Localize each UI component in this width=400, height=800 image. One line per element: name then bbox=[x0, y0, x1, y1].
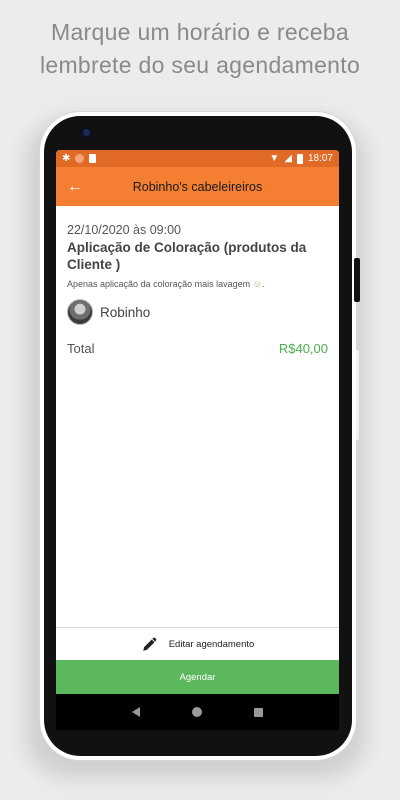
nav-home-icon[interactable] bbox=[192, 707, 202, 717]
notification-icon bbox=[75, 154, 85, 163]
front-camera bbox=[81, 127, 92, 138]
headline-line-2: lembrete do seu agendamento bbox=[39, 52, 361, 78]
signal-icon: ◢ bbox=[284, 153, 292, 164]
volume-button bbox=[356, 350, 359, 440]
nav-back-icon[interactable] bbox=[132, 707, 140, 717]
sd-card-icon bbox=[89, 154, 97, 163]
appointment-details: 22/10/2020 às 09:00 Aplicação de Coloraç… bbox=[56, 206, 339, 356]
marketing-headline: Marque um horário e receba lembrete do s… bbox=[0, 16, 400, 82]
total-value: R$40,00 bbox=[278, 341, 328, 356]
app-bar: ← Robinho's cabeleireiros bbox=[56, 167, 339, 206]
settings-icon: ✱ bbox=[62, 153, 71, 164]
page-title: Robinho's cabeleireiros bbox=[132, 179, 263, 194]
headline-line-1: Marque um horário e receba bbox=[50, 19, 349, 45]
status-bar: ✱ ▼ ◢ 18:07 bbox=[56, 150, 339, 167]
total-label: Total bbox=[67, 341, 95, 356]
service-description-text: Apenas aplicação da coloração mais lavag… bbox=[67, 279, 251, 289]
pencil-icon bbox=[142, 637, 157, 651]
service-description: Apenas aplicação da coloração mais lavag… bbox=[67, 279, 265, 289]
wifi-icon: ▼ bbox=[269, 153, 280, 164]
arrow-left-icon[interactable]: ← bbox=[66, 178, 84, 196]
edit-appointment-label: Editar agendamento bbox=[168, 638, 255, 650]
professional-row: Robinho bbox=[67, 299, 328, 325]
schedule-button[interactable]: Agendar bbox=[56, 660, 339, 694]
total-row: Total R$40,00 bbox=[67, 341, 328, 356]
nav-recents-icon[interactable] bbox=[254, 707, 263, 717]
app-screen: ✱ ▼ ◢ 18:07 ← Robinho's cabeleireiros 22… bbox=[56, 150, 339, 694]
service-name: Aplicação de Coloração (produtos da Clie… bbox=[67, 240, 307, 272]
appointment-datetime: 22/10/2020 às 09:00 bbox=[67, 223, 181, 237]
android-nav-bar bbox=[56, 694, 339, 730]
avatar bbox=[67, 299, 93, 325]
status-time: 18:07 bbox=[307, 153, 333, 164]
power-button bbox=[354, 258, 360, 302]
professional-name: Robinho bbox=[100, 304, 151, 320]
schedule-button-label: Agendar bbox=[179, 671, 216, 683]
hairdresser-icon: ☺ bbox=[252, 279, 262, 289]
edit-appointment-button[interactable]: Editar agendamento bbox=[56, 627, 339, 660]
battery-icon bbox=[296, 153, 303, 164]
